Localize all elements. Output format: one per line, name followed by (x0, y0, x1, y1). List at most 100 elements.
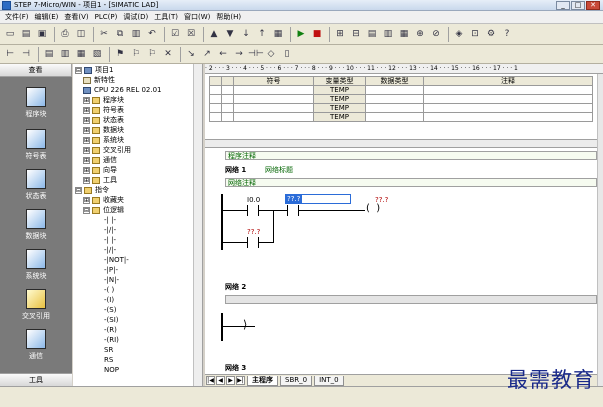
read-all-icon[interactable]: ◈ (452, 27, 466, 41)
tree-item[interactable]: -(S) (91, 306, 116, 315)
tree-item[interactable]: 新特性 (83, 76, 115, 85)
lock-icon[interactable]: ⊡ (468, 27, 482, 41)
tree-item[interactable]: -|P|- (91, 266, 118, 275)
var-table-scrollbar[interactable] (205, 140, 597, 148)
expander-icon[interactable]: ⊟ (75, 186, 82, 194)
tree-item[interactable]: ⊞ 向导 (83, 166, 117, 175)
tree-item[interactable]: ⊞ 程序块 (83, 96, 124, 105)
var-cell[interactable] (221, 103, 234, 113)
tree-item[interactable]: -( ) (91, 286, 114, 295)
coil-symbol[interactable]: ( ) (366, 203, 380, 214)
tree-item[interactable]: ⊞ 交叉引用 (83, 146, 131, 155)
tree-item[interactable]: SR (91, 346, 113, 355)
tree-item[interactable]: ⊞ 数据块 (83, 126, 124, 135)
var-row[interactable]: TEMP (209, 85, 593, 95)
chart-status-icon[interactable]: ▥ (381, 27, 395, 41)
run-icon[interactable]: ▶ (294, 27, 308, 41)
expander-icon[interactable]: ⊞ (83, 196, 90, 204)
tree-item[interactable]: -(SI) (91, 316, 119, 325)
bookmark-prev-icon[interactable]: ⚐ (145, 47, 159, 61)
var-cell[interactable]: TEMP (313, 103, 366, 113)
tree-item[interactable]: -(R) (91, 326, 117, 335)
tab-sbr0[interactable]: SBR_0 (280, 375, 313, 386)
fbd-view-icon[interactable]: ▥ (58, 47, 72, 61)
nav-data-block[interactable]: 数据块 (0, 209, 72, 241)
maximize-button[interactable]: □ (571, 1, 585, 10)
var-row[interactable]: TEMP (209, 103, 593, 113)
bookmark-toggle-icon[interactable]: ⚑ (113, 47, 127, 61)
tree-scrollbar[interactable] (193, 64, 202, 386)
var-cell[interactable] (209, 112, 222, 122)
var-cell[interactable] (423, 85, 593, 95)
ladder-view-icon[interactable]: ▤ (42, 47, 56, 61)
var-cell[interactable] (233, 85, 314, 95)
save-icon[interactable]: ▣ (35, 27, 49, 41)
tree-item[interactable]: RS (91, 356, 113, 365)
close-button[interactable]: ✕ (586, 1, 600, 10)
program-status-icon[interactable]: ⊞ (333, 27, 347, 41)
menu-help[interactable]: 帮助(H) (213, 11, 244, 24)
tree-item[interactable]: -| |- (91, 216, 116, 225)
menu-tools[interactable]: 工具(T) (151, 11, 181, 24)
tree-item[interactable]: ⊟ 指令 (75, 186, 109, 195)
expander-icon[interactable]: ⊟ (75, 66, 82, 74)
contact-insert-icon[interactable]: ⊣⊢ (248, 47, 264, 61)
box-insert-icon[interactable]: ▯ (280, 47, 294, 61)
var-cell[interactable] (365, 85, 424, 95)
cut-icon[interactable]: ✂ (97, 27, 111, 41)
tree-item[interactable]: NOP (91, 366, 119, 375)
stl-view-icon[interactable]: ▦ (74, 47, 88, 61)
tab-main-program[interactable]: 主程序 (247, 375, 278, 386)
tab-next-button[interactable]: ▶ (226, 376, 235, 385)
var-cell[interactable] (233, 103, 314, 113)
status-table-icon[interactable]: ▤ (365, 27, 379, 41)
delete-network-icon[interactable]: ⊣ (19, 47, 33, 61)
setup-icon[interactable]: ⚙ (484, 27, 498, 41)
new-icon[interactable]: ▭ (3, 27, 17, 41)
expander-icon[interactable]: ⊞ (83, 96, 90, 104)
var-cell[interactable] (423, 112, 593, 122)
expander-icon[interactable]: ⊞ (83, 136, 90, 144)
line-left-icon[interactable]: ← (216, 47, 230, 61)
print-preview-icon[interactable]: ◫ (74, 27, 88, 41)
compile-icon[interactable]: ☑ (168, 27, 182, 41)
stop-icon[interactable]: ■ (310, 27, 324, 41)
network-2-comment[interactable] (225, 295, 597, 304)
line-up-icon[interactable]: ↗ (200, 47, 214, 61)
expander-icon[interactable]: ⊞ (83, 126, 90, 134)
tab-int0[interactable]: INT_0 (314, 375, 344, 386)
menu-view[interactable]: 查看(V) (61, 11, 91, 24)
var-cell[interactable] (221, 112, 234, 122)
var-cell[interactable] (221, 94, 234, 104)
nav-symbol-table[interactable]: 符号表 (0, 129, 72, 161)
tree-item[interactable]: -|/|- (91, 226, 116, 235)
trend-icon[interactable]: ▦ (397, 27, 411, 41)
menu-file[interactable]: 文件(F) (2, 11, 32, 24)
tree-item[interactable]: ⊟ 项目1 (75, 66, 113, 75)
expander-icon[interactable]: ⊞ (83, 176, 90, 184)
copy-icon[interactable]: ⧉ (113, 27, 127, 41)
editor-vertical-scrollbar[interactable] (597, 74, 603, 386)
tree-item[interactable]: CPU 226 REL 02.01 (83, 86, 162, 95)
var-cell[interactable] (221, 85, 234, 95)
upload-icon[interactable]: ▲ (207, 27, 221, 41)
expander-icon[interactable]: ⊞ (83, 116, 90, 124)
tree-item[interactable]: -|N|- (91, 276, 119, 285)
nav-status-table[interactable]: 状态表 (0, 169, 72, 201)
var-row[interactable]: TEMP (209, 94, 593, 104)
tree-item[interactable]: ⊞ 通信 (83, 156, 117, 165)
tab-first-button[interactable]: |◀ (206, 376, 215, 385)
nav-system-block[interactable]: 系统块 (0, 249, 72, 281)
ladder-editor[interactable]: 程序注释 网络 1 网络标题 网络注释 I0.0 ??.? ??.? ( ) ?… (205, 148, 597, 374)
coil-insert-icon[interactable]: ◇ (264, 47, 278, 61)
tree-item[interactable]: -|/|- (91, 246, 116, 255)
download-icon[interactable]: ▼ (223, 27, 237, 41)
compile-all-icon[interactable]: ☒ (184, 27, 198, 41)
sort-desc-icon[interactable]: ↑ (255, 27, 269, 41)
var-cell[interactable]: TEMP (313, 112, 366, 122)
expander-icon[interactable]: ⊞ (83, 166, 90, 174)
tree-item[interactable]: ⊞ 收藏夹 (83, 196, 124, 205)
var-cell[interactable] (233, 112, 314, 122)
tree-item[interactable]: ⊞ 工具 (83, 176, 117, 185)
unforce-icon[interactable]: ⊘ (429, 27, 443, 41)
